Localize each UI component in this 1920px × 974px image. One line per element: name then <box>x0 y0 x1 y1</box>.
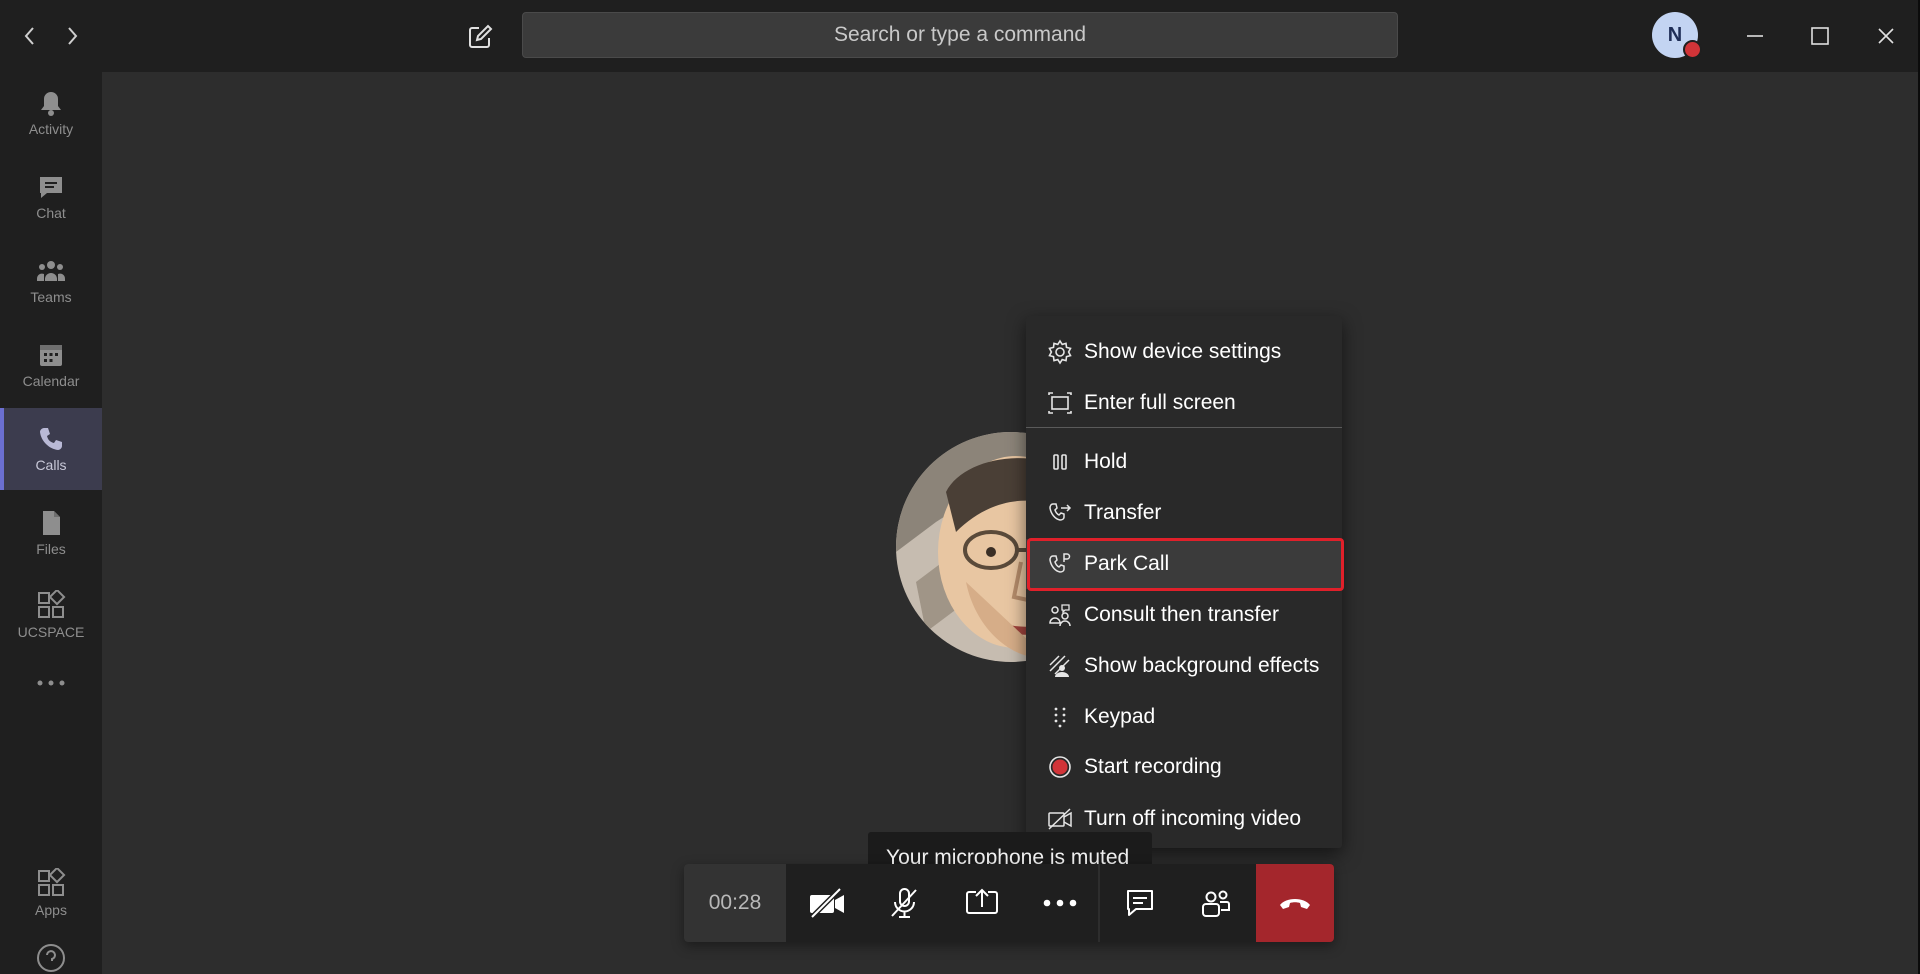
keypad-icon <box>1046 703 1074 731</box>
rail-label-apps: Apps <box>35 902 67 918</box>
search-input[interactable]: Search or type a command <box>522 12 1398 58</box>
record-icon <box>1046 753 1074 781</box>
menu-label: Turn off incoming video <box>1084 807 1302 830</box>
park-call-icon <box>1046 550 1074 578</box>
rail-item-calendar[interactable]: Calendar <box>0 324 102 406</box>
menu-item-show-background-effects[interactable]: Show background effects <box>1026 641 1342 691</box>
menu-label: Consult then transfer <box>1084 603 1279 626</box>
new-chat-button[interactable] <box>462 20 498 54</box>
rail-item-files[interactable]: Files <box>0 492 102 574</box>
rail-label-files: Files <box>36 541 66 557</box>
minimize-button[interactable] <box>1734 16 1776 56</box>
menu-item-transfer[interactable]: Transfer <box>1026 488 1342 538</box>
share-screen-icon <box>966 888 998 914</box>
rail-label-calls: Calls <box>35 457 67 473</box>
camera-toggle-button[interactable] <box>789 864 865 942</box>
chevron-right-icon <box>68 27 78 45</box>
app-grid-icon <box>38 590 66 618</box>
menu-label: Show device settings <box>1084 340 1282 363</box>
menu-label: Hold <box>1084 450 1128 473</box>
rail-label-calendar: Calendar <box>22 373 80 389</box>
rail-more-button[interactable] <box>0 660 102 706</box>
maximize-icon <box>1811 27 1829 45</box>
rail-label-teams: Teams <box>30 289 72 305</box>
compose-icon <box>469 24 493 48</box>
chevron-left-icon <box>24 27 34 45</box>
mic-off-icon <box>891 888 917 918</box>
avatar-initial: N <box>1667 23 1683 46</box>
rail-label-ucspace: UCSPACE <box>17 624 85 640</box>
show-participants-button[interactable] <box>1178 864 1254 942</box>
chat-icon <box>40 177 62 198</box>
search-placeholder: Search or type a command <box>833 23 1087 46</box>
calendar-icon <box>40 345 62 366</box>
menu-item-show-device-settings[interactable]: Show device settings <box>1026 327 1342 377</box>
apps-icon <box>38 868 66 896</box>
fullscreen-icon <box>1046 389 1074 417</box>
maximize-button[interactable] <box>1799 16 1841 56</box>
teams-icon <box>36 261 66 281</box>
show-conversation-button[interactable] <box>1102 864 1178 942</box>
video-off-icon <box>1046 805 1074 833</box>
participants-icon <box>1202 890 1230 917</box>
more-icon <box>37 680 65 686</box>
menu-label: Transfer <box>1084 501 1162 524</box>
help-button[interactable] <box>0 934 102 974</box>
call-controls-bar: 00:28 <box>684 864 1334 942</box>
rail-item-apps[interactable]: Apps <box>0 852 102 934</box>
share-screen-button[interactable] <box>944 864 1020 942</box>
camera-off-icon <box>810 888 844 918</box>
bell-icon <box>41 92 61 116</box>
hang-up-icon <box>1280 899 1310 909</box>
menu-label: Show background effects <box>1084 654 1320 677</box>
menu-item-consult-then-transfer[interactable]: Consult then transfer <box>1026 590 1342 640</box>
rail-label-chat: Chat <box>36 205 66 221</box>
help-icon <box>37 944 65 972</box>
chat-icon <box>1127 890 1153 916</box>
minimize-icon <box>1747 35 1763 37</box>
menu-divider <box>1026 427 1342 428</box>
pause-icon <box>1046 448 1074 476</box>
app-bar: Activity Chat Teams Calendar Calls Files… <box>0 72 102 974</box>
transfer-icon <box>1046 499 1074 527</box>
rail-item-chat[interactable]: Chat <box>0 156 102 238</box>
close-icon <box>1878 28 1894 44</box>
teams-window: Search or type a command N Activity Chat… <box>0 0 1918 974</box>
back-button[interactable] <box>16 22 44 50</box>
menu-item-hold[interactable]: Hold <box>1026 437 1342 487</box>
gear-icon <box>1046 338 1074 366</box>
more-actions-button[interactable] <box>1022 864 1098 942</box>
menu-label: Park Call <box>1084 552 1170 575</box>
title-bar: Search or type a command N <box>0 0 1918 72</box>
rail-item-calls[interactable]: Calls <box>0 408 102 490</box>
toolbar-separator <box>1098 864 1100 942</box>
menu-label: Start recording <box>1084 755 1222 778</box>
consult-icon <box>1046 601 1074 629</box>
phone-icon <box>40 428 62 450</box>
more-actions-icon <box>1043 899 1077 907</box>
menu-item-park-call[interactable]: Park Call <box>1026 539 1342 589</box>
profile-avatar[interactable]: N <box>1652 12 1702 59</box>
rail-label-activity: Activity <box>28 121 74 137</box>
hang-up-button[interactable] <box>1256 864 1334 942</box>
rail-item-activity[interactable]: Activity <box>0 72 102 154</box>
menu-item-keypad[interactable]: Keypad <box>1026 692 1342 742</box>
close-button[interactable] <box>1865 16 1907 56</box>
presence-badge <box>1683 40 1702 59</box>
menu-label: Enter full screen <box>1084 391 1236 414</box>
more-actions-menu: Show device settings Enter full screen H… <box>1026 316 1342 848</box>
menu-item-start-recording[interactable]: Start recording <box>1026 742 1342 792</box>
file-icon <box>43 511 60 535</box>
forward-button[interactable] <box>58 22 86 50</box>
background-effects-icon <box>1046 652 1074 680</box>
mic-toggle-button[interactable] <box>866 864 942 942</box>
menu-item-enter-full-screen[interactable]: Enter full screen <box>1026 378 1342 428</box>
menu-label: Keypad <box>1084 705 1156 728</box>
call-timer: 00:28 <box>684 864 786 942</box>
rail-item-ucspace[interactable]: UCSPACE <box>0 574 102 656</box>
rail-item-teams[interactable]: Teams <box>0 240 102 322</box>
